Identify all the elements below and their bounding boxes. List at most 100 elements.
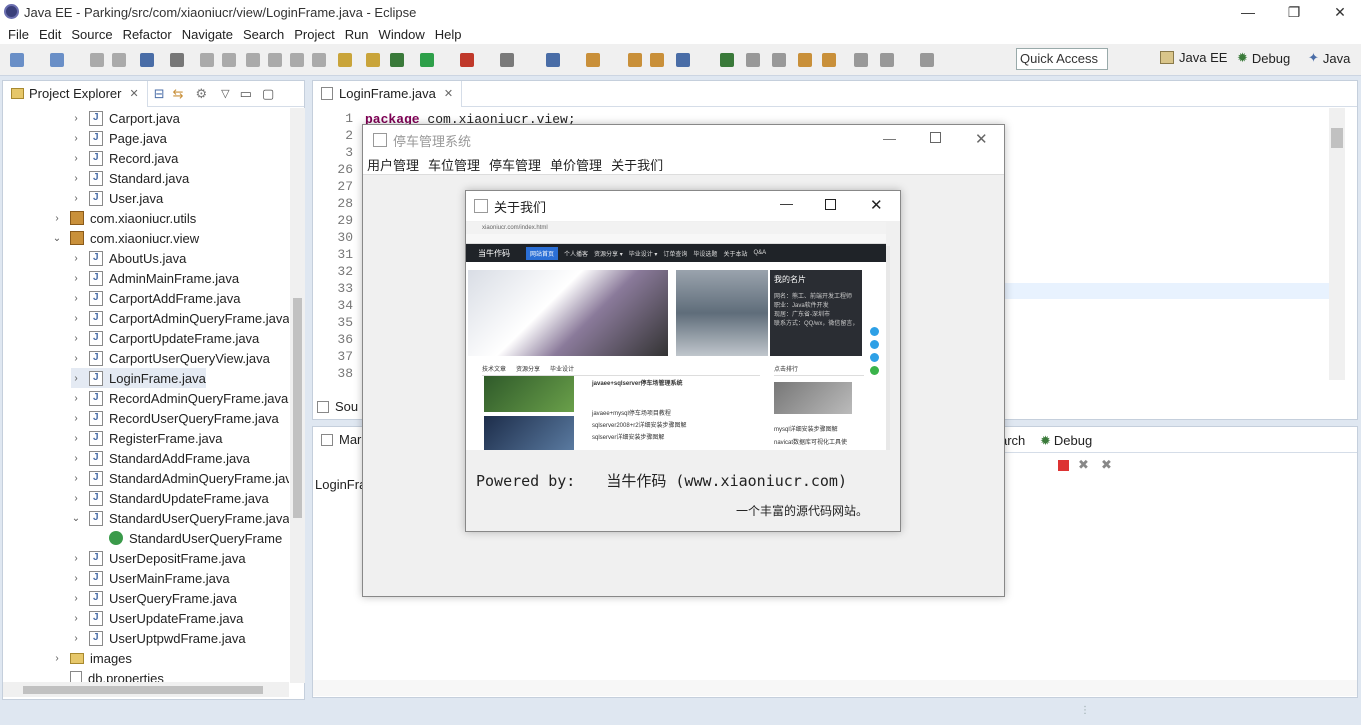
menu-price-management[interactable]: 单价管理: [550, 155, 602, 174]
menu-navigate[interactable]: Navigate: [182, 27, 233, 42]
tree-item[interactable]: › StandardAddFrame.java: [71, 448, 250, 468]
menu-window[interactable]: Window: [379, 27, 425, 42]
filter-icon[interactable]: ⚙: [196, 86, 208, 102]
menu-about-us[interactable]: 关于我们: [611, 155, 663, 174]
tree-item[interactable]: › RecordUserQueryFrame.java: [71, 408, 279, 428]
tree-item[interactable]: › StandardUpdateFrame.java: [71, 488, 269, 508]
tree-item[interactable]: › Page.java: [71, 128, 167, 148]
expand-chevron-icon[interactable]: ›: [71, 613, 81, 624]
tree-item[interactable]: › com.xiaoniucr.utils: [52, 208, 196, 228]
tree-item[interactable]: › RecordAdminQueryFrame.java: [71, 388, 288, 408]
collapse-all-icon[interactable]: ⊟: [154, 86, 165, 102]
expand-chevron-icon[interactable]: ⌄: [52, 233, 62, 244]
tree-vscroll-thumb[interactable]: [293, 298, 302, 518]
tree-item[interactable]: ⌄ com.xiaoniucr.view: [52, 228, 199, 248]
site-vscrollbar[interactable]: [886, 246, 890, 450]
toolbar-tool-icon[interactable]: [200, 53, 214, 67]
toolbar-tool-icon[interactable]: [586, 53, 600, 67]
toolbar-tool-icon[interactable]: [822, 53, 836, 67]
remove-all-icon[interactable]: ✖: [1101, 457, 1112, 473]
perspective-debug[interactable]: ✹ Debug: [1237, 50, 1290, 66]
status-bar-grip[interactable]: ⋮: [1080, 705, 1090, 716]
tree-item[interactable]: db.properties: [52, 668, 164, 683]
toolbar-tool-icon[interactable]: [10, 53, 24, 67]
expand-chevron-icon[interactable]: ›: [71, 273, 81, 284]
expand-chevron-icon[interactable]: ›: [71, 453, 81, 464]
tree-item[interactable]: › CarportUserQueryView.java: [71, 348, 270, 368]
expand-chevron-icon[interactable]: ›: [71, 193, 81, 204]
toolbar-tool-icon[interactable]: [112, 53, 126, 67]
quick-access-input[interactable]: Quick Access: [1016, 48, 1108, 70]
expand-chevron-icon[interactable]: ›: [71, 373, 81, 384]
link-editor-icon[interactable]: ⇆: [173, 86, 184, 102]
toolbar-tool-icon[interactable]: [390, 53, 404, 67]
expand-chevron-icon[interactable]: ›: [71, 573, 81, 584]
toolbar-tool-icon[interactable]: [676, 53, 690, 67]
remove-icon[interactable]: ✖: [1078, 457, 1089, 473]
toolbar-tool-icon[interactable]: [880, 53, 894, 67]
tree-item[interactable]: › UserUptpwdFrame.java: [71, 628, 246, 648]
toolbar-tool-icon[interactable]: [366, 53, 380, 67]
menu-user-management[interactable]: 用户管理: [367, 155, 419, 174]
toolbar-tool-icon[interactable]: [546, 53, 560, 67]
tree-item[interactable]: › AdminMainFrame.java: [71, 268, 239, 288]
perspective-java[interactable]: ✦ Java: [1308, 50, 1350, 66]
toolbar-tool-icon[interactable]: [920, 53, 934, 67]
tree-item[interactable]: › AboutUs.java: [71, 248, 186, 268]
toolbar-tool-icon[interactable]: [170, 53, 184, 67]
menu-search[interactable]: Search: [243, 27, 284, 42]
toolbar-tool-icon[interactable]: [720, 53, 734, 67]
minimize-button[interactable]: —: [883, 131, 896, 146]
tree-hscroll-thumb[interactable]: [23, 686, 263, 694]
toolbar-tool-icon[interactable]: [420, 53, 434, 67]
tree-item[interactable]: › CarportAdminQueryFrame.java: [71, 308, 289, 328]
close-icon[interactable]: ✕: [129, 87, 138, 100]
expand-chevron-icon[interactable]: ›: [71, 473, 81, 484]
menu-parking-management[interactable]: 停车管理: [489, 155, 541, 174]
expand-chevron-icon[interactable]: ›: [52, 213, 62, 224]
tree-item[interactable]: › images: [52, 648, 132, 668]
menu-carport-management[interactable]: 车位管理: [428, 155, 480, 174]
expand-chevron-icon[interactable]: ›: [71, 493, 81, 504]
tree-item[interactable]: › UserDepositFrame.java: [71, 548, 246, 568]
expand-chevron-icon[interactable]: ›: [71, 313, 81, 324]
tree-item[interactable]: › CarportAddFrame.java: [71, 288, 241, 308]
tree-item[interactable]: › Carport.java: [71, 108, 180, 128]
toolbar-tool-icon[interactable]: [772, 53, 786, 67]
tree-item[interactable]: ⌄ StandardUserQueryFrame.java: [71, 508, 289, 528]
toolbar-tool-icon[interactable]: [312, 53, 326, 67]
toolbar-tool-icon[interactable]: [500, 53, 514, 67]
maximize-button[interactable]: [825, 199, 836, 210]
close-button[interactable]: ✕: [870, 196, 883, 214]
tab-debug[interactable]: ✹ Debug: [1040, 433, 1092, 449]
tree-item[interactable]: › RegisterFrame.java: [71, 428, 222, 448]
expand-chevron-icon[interactable]: ›: [71, 113, 81, 124]
toolbar-tool-icon[interactable]: [50, 53, 64, 67]
close-icon[interactable]: ✕: [444, 87, 453, 100]
tree-item[interactable]: › LoginFrame.java: [71, 368, 206, 388]
toolbar-tool-icon[interactable]: [338, 53, 352, 67]
tree-item[interactable]: › UserUpdateFrame.java: [71, 608, 243, 628]
view-menu-icon[interactable]: ▽: [221, 87, 229, 100]
tree-item[interactable]: › Record.java: [71, 148, 178, 168]
toolbar-tool-icon[interactable]: [650, 53, 664, 67]
menu-source[interactable]: Source: [71, 27, 112, 42]
perspective-java-ee[interactable]: Java EE: [1160, 50, 1227, 65]
expand-chevron-icon[interactable]: ›: [52, 653, 62, 664]
maximize-button[interactable]: [930, 132, 941, 143]
expand-chevron-icon[interactable]: ›: [71, 333, 81, 344]
maximize-view-icon[interactable]: ▢: [262, 86, 274, 102]
menu-file[interactable]: File: [8, 27, 29, 42]
toolbar-tool-icon[interactable]: [222, 53, 236, 67]
tree-item[interactable]: › User.java: [71, 188, 163, 208]
toolbar-tool-icon[interactable]: [290, 53, 304, 67]
expand-chevron-icon[interactable]: ›: [71, 133, 81, 144]
toolbar-tool-icon[interactable]: [90, 53, 104, 67]
minimize-view-icon[interactable]: ▭: [240, 86, 252, 102]
expand-chevron-icon[interactable]: ›: [71, 153, 81, 164]
expand-chevron-icon[interactable]: ›: [71, 253, 81, 264]
tree-item[interactable]: › Standard.java: [71, 168, 189, 188]
menu-refactor[interactable]: Refactor: [123, 27, 172, 42]
toolbar-tool-icon[interactable]: [460, 53, 474, 67]
tree-item[interactable]: › UserMainFrame.java: [71, 568, 230, 588]
